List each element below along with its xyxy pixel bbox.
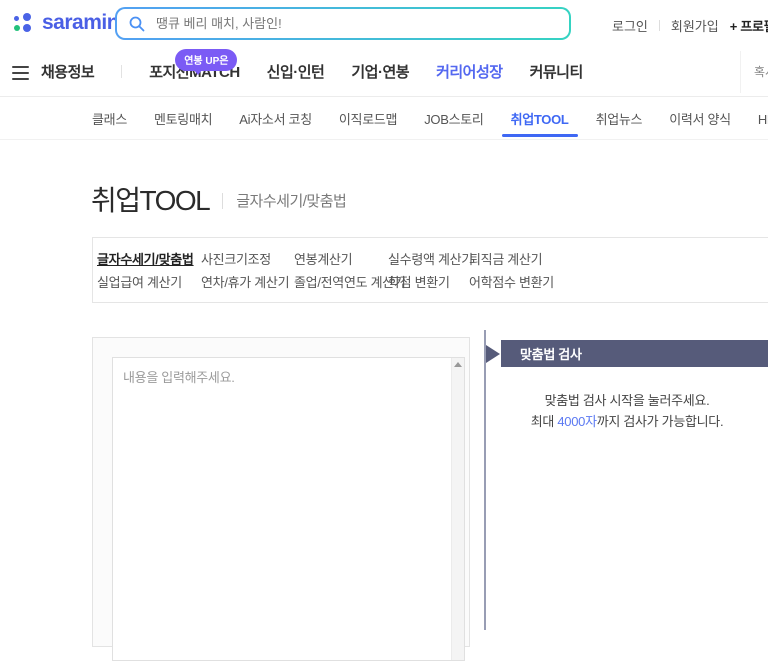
content-textarea[interactable] (113, 358, 451, 660)
nav-item-company-salary[interactable]: 기업·연봉 (351, 61, 409, 82)
profile-register-link[interactable]: + 프로필 등록 (730, 16, 768, 35)
saramin-logo-text: saramin (42, 11, 119, 35)
nav-item-newbie-intern[interactable]: 신입·인턴 (267, 61, 325, 82)
nav-item-community[interactable]: 커뮤니티 (530, 61, 583, 82)
account-links: 로그인 회원가입 + 프로필 등록 (612, 16, 768, 35)
career-sub-nav: 클래스 멘토링매치 Ai자소서 코칭 이직로드맵 JOB스토리 취업TOOL 취… (0, 97, 768, 140)
spellcheck-message-line1: 맞춤법 검사 시작을 눌러주세요. (486, 390, 768, 411)
tool-link-net-pay-calc[interactable]: 실수령액 계산기 (388, 249, 469, 268)
textarea-scrollbar[interactable] (451, 358, 464, 660)
subnav-item-mentoring-match[interactable]: 멘토링매치 (154, 97, 212, 139)
login-link[interactable]: 로그인 (612, 16, 648, 35)
max-char-count: 4000자 (557, 414, 596, 429)
nav-item-career-growth[interactable]: 커리어성장 (436, 61, 503, 82)
tool-link-photo-resize[interactable]: 사진크기조정 (201, 249, 294, 268)
spellcheck-header-title: 맞춤법 검사 (501, 344, 582, 363)
saramin-logo[interactable]: saramin (14, 11, 119, 35)
tool-link-salary-calc[interactable]: 연봉계산기 (294, 249, 388, 268)
tool-link-unemployment-calc[interactable]: 실업급여 계산기 (97, 272, 201, 291)
subnav-item-job-tool[interactable]: 취업TOOL (511, 97, 569, 139)
nav-right-partial-text: 혹시 (754, 63, 768, 80)
subnav-item-job-roadmap[interactable]: 이직로드맵 (339, 97, 397, 139)
top-bar: saramin 로그인 회원가입 + 프로필 등록 (0, 0, 768, 47)
tool-link-severance-calc[interactable]: 퇴직금 계산기 (469, 249, 768, 268)
tool-link-gpa-converter[interactable]: 학점 변환기 (388, 272, 469, 291)
nav-divider (121, 65, 122, 78)
title-divider (222, 193, 223, 209)
search-icon (129, 16, 145, 32)
subnav-item-resume-form[interactable]: 이력서 양식 (669, 97, 731, 139)
spellcheck-message: 맞춤법 검사 시작을 눌러주세요. 최대 4000자까지 검사가 가능합니다. (486, 390, 768, 432)
subnav-item-job-story[interactable]: JOB스토리 (424, 97, 483, 139)
scroll-up-icon[interactable] (454, 362, 462, 367)
nav-right-area: 혹시 (740, 47, 768, 96)
menu-icon[interactable] (12, 66, 29, 84)
saramin-logo-icon (14, 12, 34, 35)
link-divider (659, 20, 660, 31)
nav-item-recruit[interactable]: 채용정보 (41, 61, 94, 82)
page-title: 취업TOOL (91, 179, 209, 219)
tool-link-leave-calc[interactable]: 연차/휴가 계산기 (201, 272, 294, 291)
tool-link-graduation-year-calc[interactable]: 졸업/전역연도 계산기 (294, 272, 388, 291)
subnav-item-class[interactable]: 클래스 (92, 97, 127, 139)
job-tools-menu: 글자수세기/맞춤법 사진크기조정 연봉계산기 실수령액 계산기 퇴직금 계산기 … (92, 237, 768, 303)
spellcheck-panel: 맞춤법 검사 맞춤법 검사 시작을 눌러주세요. 최대 4000자까지 검사가 … (484, 330, 768, 630)
salary-up-badge: 연봉 UP은 (175, 49, 237, 71)
main-nav: 채용정보 연봉 UP은 포지션MATCH 신입·인턴 기업·연봉 커리어성장 커… (0, 47, 768, 97)
signup-link[interactable]: 회원가입 (671, 16, 719, 35)
page-title-block: 취업TOOL 글자수세기/맞춤법 (91, 179, 346, 219)
tool-link-char-counter[interactable]: 글자수세기/맞춤법 (97, 249, 201, 268)
tool-link-language-score-converter[interactable]: 어학점수 변환기 (469, 272, 768, 291)
nav-item-position-match[interactable]: 연봉 UP은 포지션MATCH (149, 61, 239, 82)
spellcheck-message-line2: 최대 4000자까지 검사가 가능합니다. (486, 411, 768, 432)
subnav-item-ai-coaching[interactable]: Ai자소서 코칭 (239, 97, 312, 139)
search-input[interactable] (154, 15, 557, 32)
page-subtitle: 글자수세기/맞춤법 (236, 190, 346, 211)
text-input-panel (92, 337, 470, 647)
search-box[interactable] (115, 7, 571, 40)
spellcheck-header: 맞춤법 검사 (501, 340, 768, 367)
nav-right-divider (740, 51, 741, 93)
arrow-right-icon (486, 345, 500, 363)
subnav-item-hr-magazine[interactable]: HR매거진 (758, 97, 768, 139)
subnav-item-job-news[interactable]: 취업뉴스 (596, 97, 643, 139)
text-input-area (112, 357, 465, 661)
